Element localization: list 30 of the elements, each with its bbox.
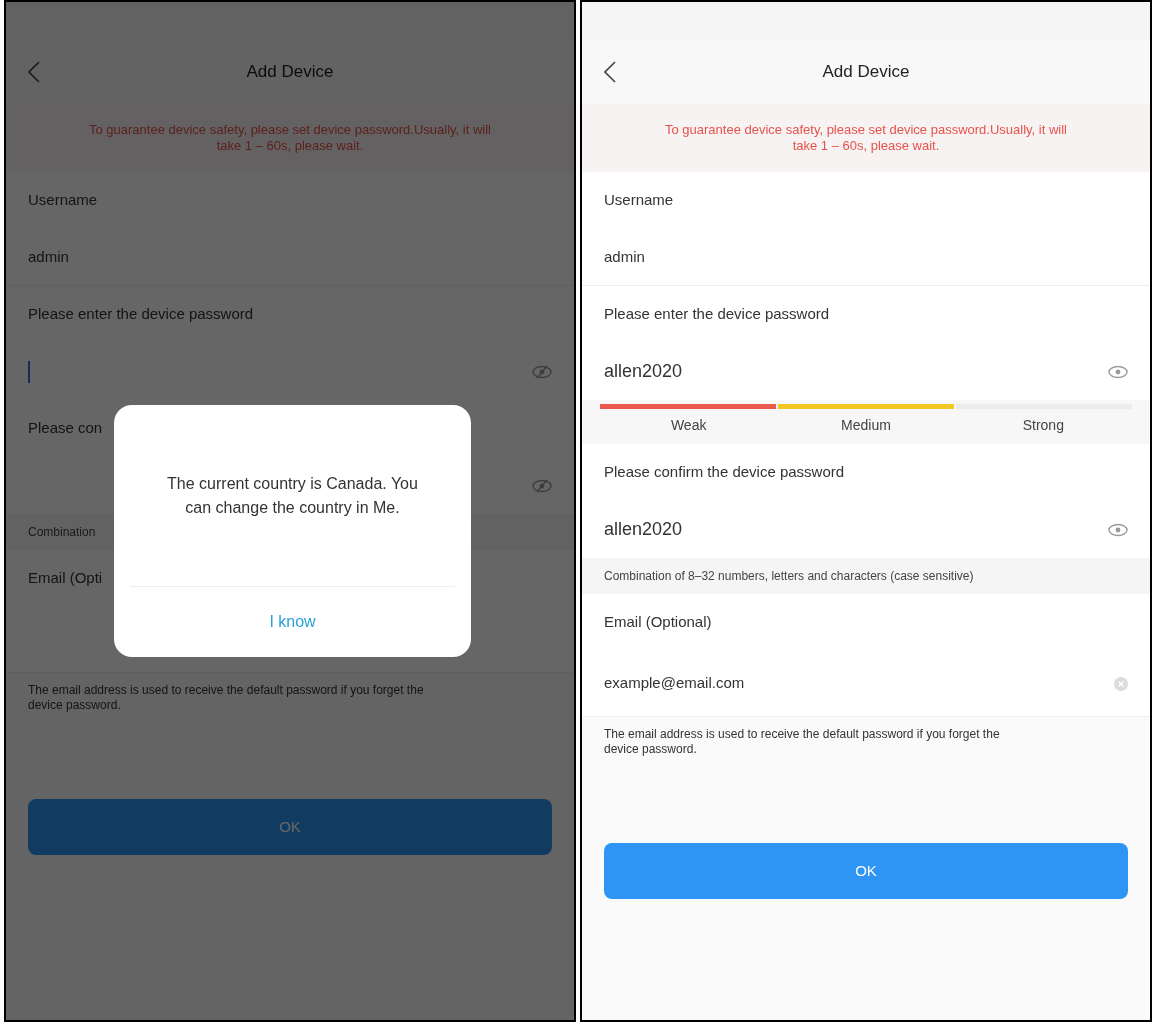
field-label: Username [604,190,674,211]
eye-off-icon[interactable] [532,478,552,493]
field-label: Please con [28,418,103,439]
page-title: Add Device [246,61,334,84]
eye-off-icon[interactable] [532,364,552,379]
info-text: The email address is used to receive the default password if you forget the device password. [604,727,1001,757]
field-label: Email (Opti [28,568,103,589]
strength-label: Medium [841,416,891,435]
info-text: The email address is used to receive the default password if you forget the device password. [28,683,425,713]
password-field[interactable]: allen2020 [604,358,683,385]
back-icon[interactable] [604,61,616,83]
hint-text: Combination of 8–32 numbers, letters and characters (case sensitive) [604,568,974,585]
username-value: admin [28,246,69,267]
field-label: Username [28,190,98,211]
eye-icon[interactable] [1108,364,1128,379]
password-field[interactable]: allen2020 [604,516,683,543]
hint-text: Combination [28,524,96,541]
warning-text: To guarantee device safety, please set device password.Usually, it will take 1 – 60s, please wait. [88,122,492,154]
strength-label: Weak [670,416,707,435]
email-field[interactable]: example@email.com [604,672,745,695]
field-label: Please enter the device password [28,304,254,325]
strength-label: Strong [1022,416,1064,435]
field-label: Please enter the device password [604,304,830,325]
dialog-message: The current country is Canada. You can change the country in Me. [166,473,419,518]
username-value: admin [604,246,645,267]
field-label: Please confirm the device password [604,462,845,483]
warning-text: To guarantee device safety, please set device password.Usually, it will take 1 – 60s, please wait. [664,122,1068,154]
eye-icon[interactable] [1108,522,1128,537]
page-title: Add Device [822,61,910,84]
field-label: Email (Optional) [604,612,712,633]
